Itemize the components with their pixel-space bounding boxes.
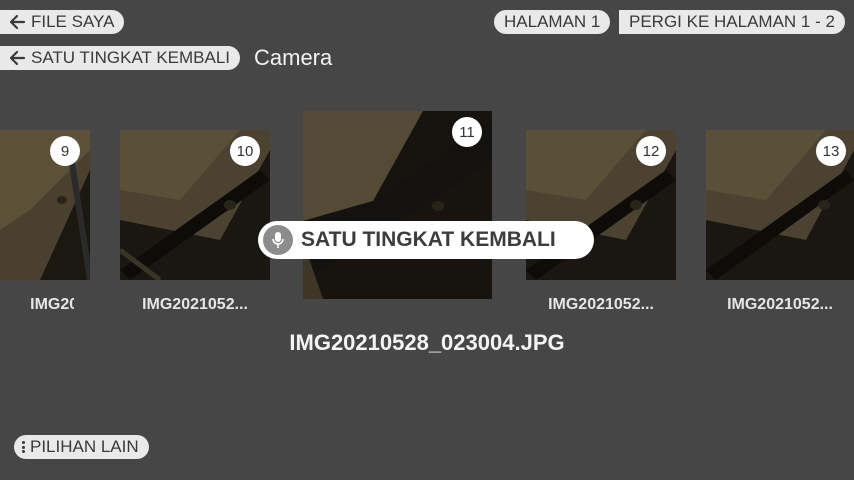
more-vertical-icon — [22, 441, 25, 453]
thumbnail-item-selected[interactable]: 11 — [303, 111, 492, 299]
thumbnail-number: 10 — [230, 136, 260, 166]
voice-hint-label: SATU TINGKAT KEMBALI — [301, 228, 556, 251]
goto-page-button[interactable]: PERGI KE HALAMAN 1 - 2 — [619, 10, 845, 34]
thumbnail-number: 9 — [50, 136, 80, 166]
up-one-level-label: SATU TINGKAT KEMBALI — [31, 48, 231, 67]
thumbnail-item[interactable]: 10 — [120, 130, 270, 280]
folder-title: Camera — [254, 45, 333, 70]
arrow-left-icon — [8, 49, 26, 67]
thumbnail-item[interactable]: 13 — [706, 130, 854, 280]
thumbnail-caption: IMG2021052... — [30, 296, 74, 313]
thumbnail-caption: IMG2021052... — [727, 296, 833, 313]
thumbnail-number: 11 — [452, 117, 482, 147]
voice-command-hint[interactable]: SATU TINGKAT KEMBALI — [258, 221, 594, 259]
thumbnail-caption: IMG2021052... — [142, 296, 248, 313]
thumbnail-caption: IMG2021052... — [548, 296, 654, 313]
thumbnail-number: 12 — [636, 136, 666, 166]
up-one-level-button[interactable]: SATU TINGKAT KEMBALI — [0, 46, 241, 70]
more-options-label: PILIHAN LAIN — [30, 437, 139, 456]
arrow-left-icon — [8, 13, 26, 31]
page-indicator: HALAMAN 1 — [494, 10, 611, 34]
selected-file-name: IMG20210528_023004.JPG — [289, 330, 565, 355]
back-to-files-button[interactable]: FILE SAYA — [0, 10, 125, 34]
gallery-screen: FILE SAYA SATU TINGKAT KEMBALI Camera HA… — [0, 0, 854, 480]
back-to-files-label: FILE SAYA — [31, 12, 115, 31]
more-options-button[interactable]: PILIHAN LAIN — [14, 435, 149, 459]
thumbnail-item[interactable]: 9 — [0, 130, 90, 280]
thumbnail-number: 13 — [816, 136, 846, 166]
microphone-icon — [263, 225, 293, 255]
